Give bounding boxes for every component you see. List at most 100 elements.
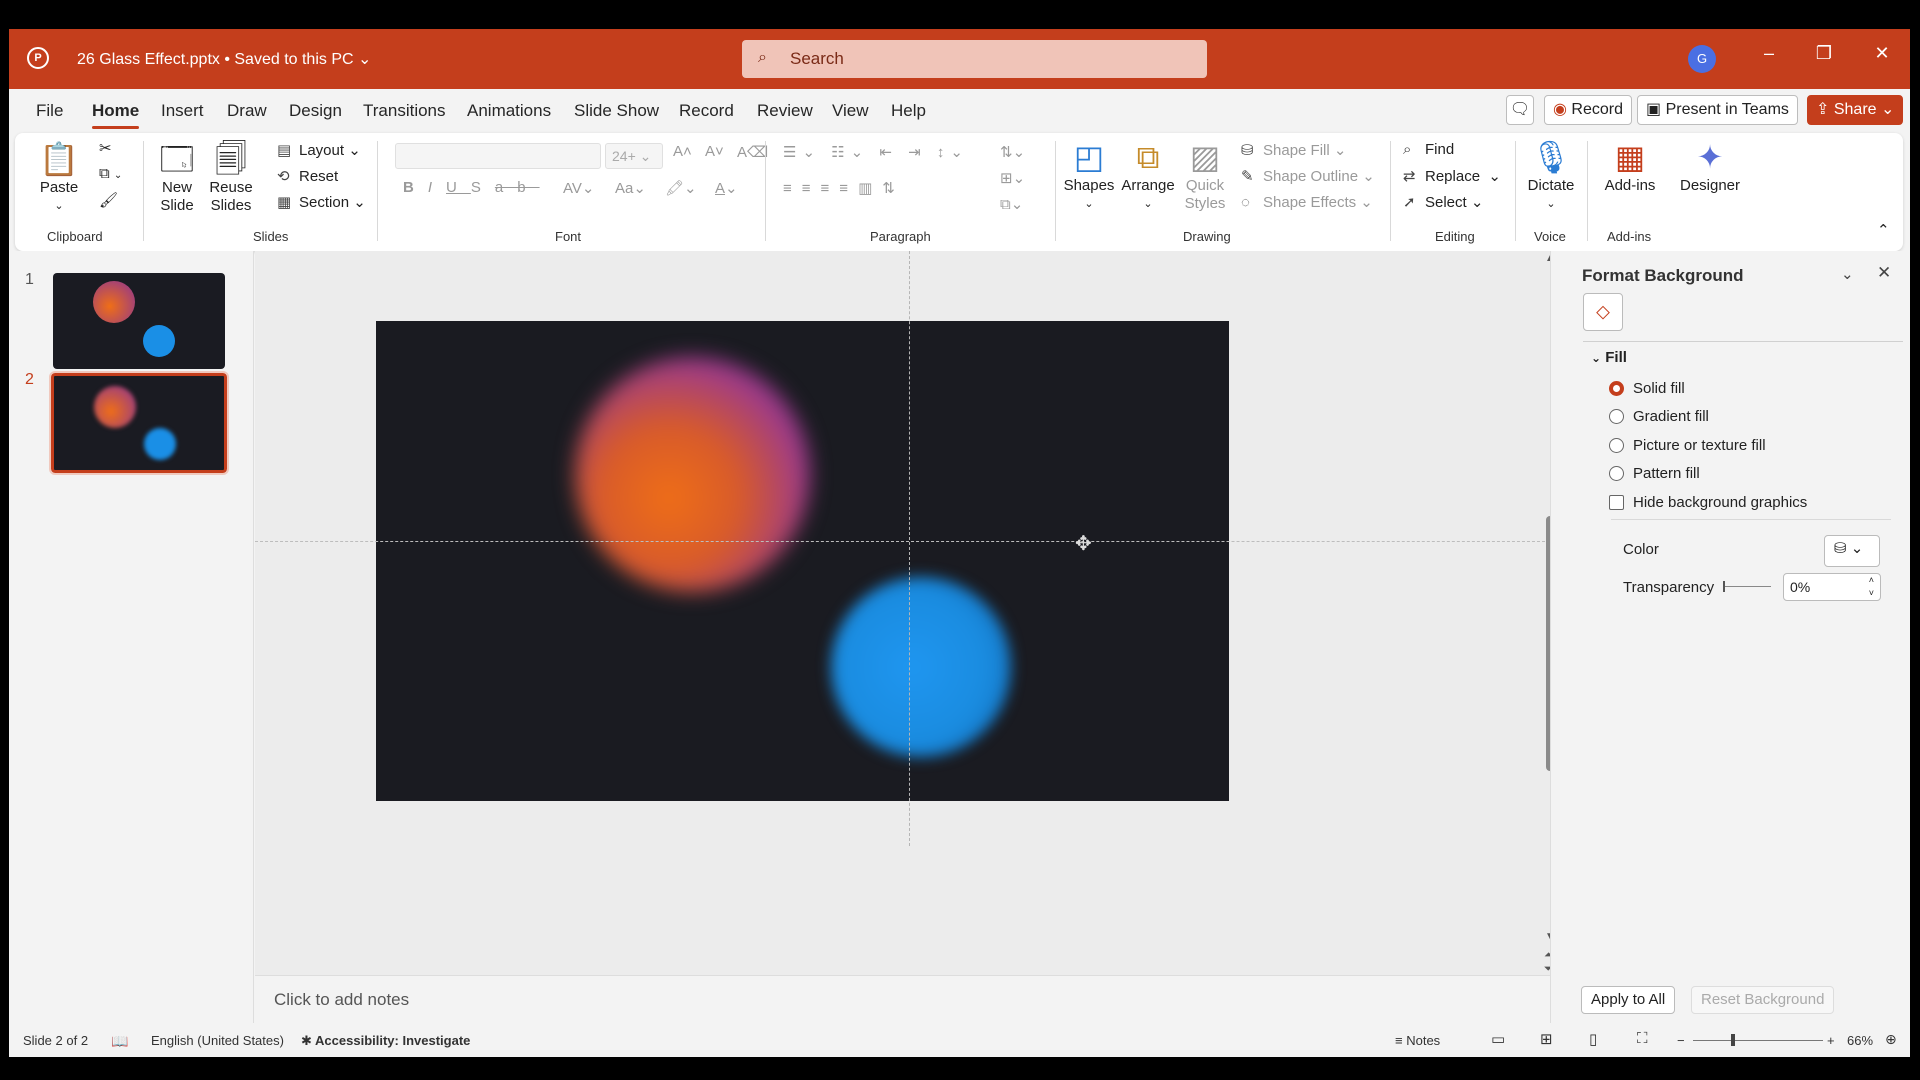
gradient-fill-label[interactable]: Gradient fill: [1633, 408, 1709, 425]
tab-animations[interactable]: Animations: [467, 101, 551, 121]
indent-icon[interactable]: ⇤ ⇥: [879, 144, 926, 161]
fill-tool-button[interactable]: ⬦: [1583, 293, 1623, 331]
pattern-fill-radio[interactable]: [1609, 466, 1624, 481]
tab-insert[interactable]: Insert: [161, 101, 204, 121]
numbering-icon[interactable]: ☷⌄: [831, 144, 869, 161]
shadow-icon[interactable]: S: [471, 179, 495, 196]
pattern-fill-label[interactable]: Pattern fill: [1633, 465, 1700, 482]
solid-fill-radio[interactable]: [1609, 381, 1624, 396]
increase-font-button[interactable]: A˄: [673, 143, 692, 160]
text-direction-button[interactable]: ⇅⌄: [1000, 143, 1025, 161]
accessibility-status[interactable]: ✱ Accessibility: Investigate: [301, 1033, 470, 1049]
slide-thumbnail-1[interactable]: [53, 273, 225, 369]
cut-button[interactable]: ✂: [99, 139, 112, 157]
slide-canvas[interactable]: [376, 321, 1229, 801]
select-button[interactable]: ➚ Select ⌄: [1403, 193, 1483, 211]
reuse-slides-button[interactable]: 🗐 Reuse Slides: [205, 139, 257, 215]
designer-button[interactable]: ✦ Designer: [1675, 137, 1745, 194]
user-avatar[interactable]: G: [1688, 45, 1716, 73]
dictate-button[interactable]: 🎙 Dictate ⌄: [1523, 137, 1579, 211]
document-title[interactable]: 26 Glass Effect.pptx • Saved to this PC …: [77, 49, 371, 69]
solid-fill-label[interactable]: Solid fill: [1633, 380, 1685, 397]
new-slide-button[interactable]: 🗔 New Slide: [151, 139, 203, 215]
search-box[interactable]: ⌕ Search: [742, 40, 1207, 78]
zoom-out-icon[interactable]: −: [1677, 1033, 1685, 1048]
align-right-icon[interactable]: ≡: [821, 180, 840, 197]
color-picker-button[interactable]: ⛁ ⌄: [1824, 535, 1880, 567]
fill-section-header[interactable]: ⌄ Fill: [1591, 349, 1627, 366]
align-text-button[interactable]: ⊞⌄: [1000, 169, 1025, 187]
shape-effects-button[interactable]: ◌ Shape Effects ⌄: [1241, 193, 1373, 211]
align-center-icon[interactable]: ≡: [802, 180, 821, 197]
normal-view-icon[interactable]: ▭: [1491, 1030, 1505, 1048]
blue-orb[interactable]: [831, 577, 1011, 757]
slide-show-icon[interactable]: ⛶: [1637, 1030, 1648, 1047]
line-spacing-icon[interactable]: ↕⌄: [937, 144, 969, 161]
font-size-input[interactable]: 24+ ⌄: [605, 143, 663, 169]
change-case-icon[interactable]: Aa⌄: [615, 179, 646, 197]
orange-purple-orb[interactable]: [575, 357, 810, 592]
comments-button[interactable]: 🗨: [1506, 95, 1534, 125]
fit-to-window-icon[interactable]: ⊕: [1885, 1031, 1897, 1048]
align-buttons[interactable]: ≡≡≡≡▥⇅: [783, 179, 905, 197]
tab-review[interactable]: Review: [757, 101, 813, 121]
slide-thumbnail-2[interactable]: [49, 371, 229, 475]
hide-background-graphics-label[interactable]: Hide background graphics: [1633, 494, 1807, 511]
bold-icon[interactable]: B: [403, 179, 428, 196]
tab-view[interactable]: View: [832, 101, 869, 121]
font-style-buttons[interactable]: BIUSab: [403, 179, 540, 196]
shape-fill-button[interactable]: ⛁ Shape Fill ⌄: [1241, 141, 1346, 159]
align-left-icon[interactable]: ≡: [783, 180, 802, 197]
strikethrough-icon[interactable]: ab: [495, 179, 540, 196]
reset-button[interactable]: ⟲ Reset: [277, 167, 338, 185]
restore-button[interactable]: ❐: [1809, 43, 1839, 64]
reset-background-button[interactable]: Reset Background: [1691, 986, 1835, 1014]
replace-button[interactable]: ⇄ Replace ⌄: [1403, 167, 1501, 185]
find-button[interactable]: ⌕ Find: [1403, 141, 1454, 158]
list-buttons[interactable]: ☰⌄ ☷⌄ ⇤ ⇥ ↕⌄: [783, 143, 969, 161]
notes-toggle[interactable]: ≡ Notes: [1395, 1033, 1440, 1048]
picture-texture-fill-label[interactable]: Picture or texture fill: [1633, 437, 1766, 454]
tab-draw[interactable]: Draw: [227, 101, 267, 121]
arrange-button[interactable]: ⧉ Arrange ⌄: [1119, 137, 1177, 211]
minimize-button[interactable]: –: [1754, 43, 1784, 64]
transparency-input[interactable]: 0% ˄ ˅: [1783, 573, 1881, 601]
reading-view-icon[interactable]: ▯: [1589, 1030, 1597, 1048]
clear-formatting-icon[interactable]: A⌫: [737, 143, 768, 161]
tab-slide-show[interactable]: Slide Show: [574, 101, 659, 121]
picture-texture-fill-radio[interactable]: [1609, 438, 1624, 453]
add-ins-button[interactable]: ▦ Add-ins: [1600, 137, 1660, 194]
present-in-teams-button[interactable]: ▣ Present in Teams: [1637, 95, 1798, 125]
decrease-font-button[interactable]: A˅: [705, 143, 724, 160]
smartart-button[interactable]: ⧉⌄: [1000, 195, 1023, 213]
underline-icon[interactable]: U: [446, 179, 471, 196]
transparency-slider[interactable]: [1723, 586, 1771, 587]
close-pane-icon[interactable]: ✕: [1877, 263, 1891, 283]
language-indicator[interactable]: English (United States): [151, 1033, 284, 1048]
section-button[interactable]: ▦ Section ⌄: [277, 193, 366, 211]
hide-background-graphics-checkbox[interactable]: [1609, 495, 1624, 510]
columns-icon[interactable]: ▥: [858, 180, 882, 197]
tab-home[interactable]: Home: [92, 101, 140, 129]
zoom-slider-thumb[interactable]: [1731, 1034, 1735, 1046]
pane-options-icon[interactable]: ⌄: [1841, 265, 1854, 283]
justify-icon[interactable]: ≡: [839, 180, 858, 197]
share-button[interactable]: ⇪ Share ⌄: [1807, 95, 1904, 125]
spell-check-icon[interactable]: 📖: [111, 1033, 128, 1050]
tab-transitions[interactable]: Transitions: [363, 101, 446, 121]
font-color-icon[interactable]: A⌄: [715, 179, 738, 197]
zoom-in-icon[interactable]: +: [1827, 1033, 1835, 1048]
slide-sorter-icon[interactable]: ⊞: [1540, 1030, 1553, 1048]
zoom-slider[interactable]: [1693, 1040, 1823, 1041]
shape-outline-button[interactable]: ✎ Shape Outline ⌄: [1241, 167, 1375, 185]
tab-record[interactable]: Record: [679, 101, 734, 121]
record-button[interactable]: ◉ Record: [1544, 95, 1632, 125]
tab-design[interactable]: Design: [289, 101, 342, 121]
zoom-level[interactable]: 66%: [1847, 1033, 1873, 1048]
transparency-slider-thumb[interactable]: [1723, 581, 1725, 592]
close-window-button[interactable]: ✕: [1867, 43, 1897, 64]
spacing-icon[interactable]: AV⌄: [563, 179, 594, 197]
format-painter-button[interactable]: 🖌: [99, 191, 118, 209]
tab-file[interactable]: File: [36, 101, 63, 121]
italic-icon[interactable]: I: [428, 179, 446, 196]
